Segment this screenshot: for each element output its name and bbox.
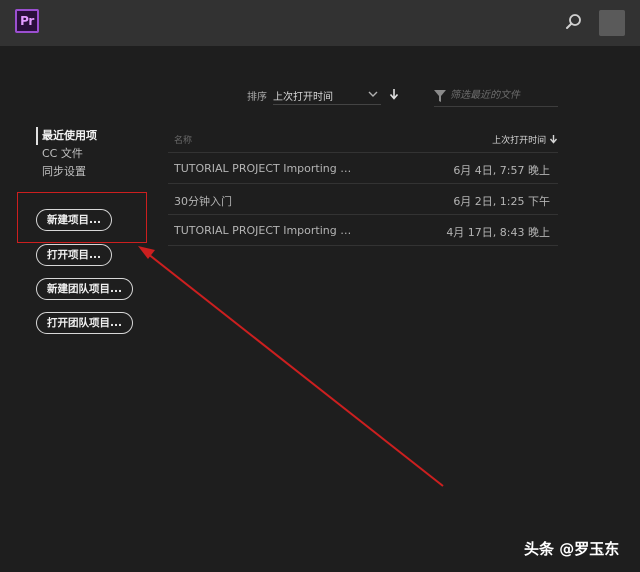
annotation-arrow	[138, 246, 444, 487]
watermark: 头条 @罗玉东	[524, 540, 620, 558]
